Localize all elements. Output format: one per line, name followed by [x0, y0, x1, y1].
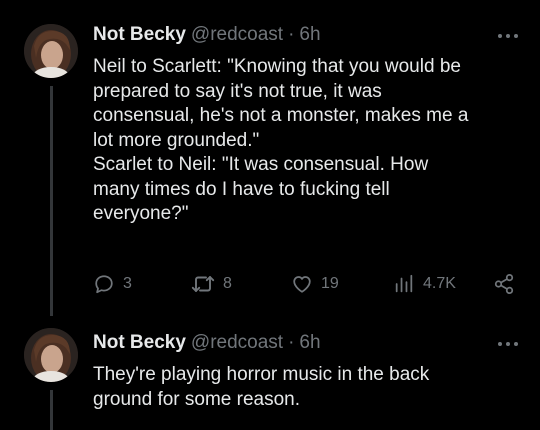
thread-line	[50, 86, 53, 316]
tweet-text: Neil to Scarlett: "Knowing that you woul…	[93, 55, 513, 227]
heart-icon	[293, 276, 311, 293]
author-name[interactable]: Not Becky	[93, 330, 186, 356]
tweet-text-line: They're playing horror music in the back	[93, 364, 430, 385]
tweet-text-line: Neil to Scarlett: "Knowing that you woul…	[93, 56, 461, 77]
avatar[interactable]	[24, 24, 78, 78]
tweet-text-line: Scarlet to Neil: "It was consensual. How	[93, 154, 429, 175]
separator: ·	[288, 332, 295, 353]
timestamp[interactable]: 6h	[299, 330, 320, 356]
tweet-text-line: lot more grounded."	[93, 129, 260, 151]
views-count: 4.7K	[423, 275, 456, 292]
avatar[interactable]	[24, 328, 78, 382]
reply-button[interactable]: 3	[93, 270, 132, 298]
reply-icon	[95, 275, 113, 294]
tweet-text-line: ground for some reason.	[93, 388, 301, 410]
author-name[interactable]: Not Becky	[93, 22, 186, 48]
retweet-count: 8	[223, 275, 232, 292]
more-icon[interactable]	[498, 32, 518, 40]
author-handle[interactable]: @redcoast	[191, 330, 283, 356]
tweet-header: Not Becky @redcoast · 6h	[93, 22, 321, 48]
author-handle[interactable]: @redcoast	[191, 22, 283, 48]
tweet[interactable]: Not Becky @redcoast · 6h Neil to Scarlet…	[0, 0, 540, 316]
tweet-text-line: prepared to say it's not true, it was	[93, 80, 382, 102]
like-button[interactable]: 19	[291, 270, 339, 298]
tweet-header: Not Becky @redcoast · 6h	[93, 330, 321, 356]
separator: ·	[288, 24, 295, 45]
more-icon[interactable]	[498, 340, 518, 348]
tweet-text-line: consensual, he's not a monster, makes me…	[93, 105, 469, 126]
like-count: 19	[321, 275, 339, 292]
tweet[interactable]: Not Becky @redcoast · 6h They're playing…	[0, 316, 540, 430]
retweet-icon	[191, 276, 215, 292]
views-icon	[395, 274, 413, 293]
share-icon	[494, 273, 514, 295]
tweet-text-line: many times do I have to fucking tell	[93, 178, 390, 200]
timestamp[interactable]: 6h	[299, 22, 320, 48]
action-bar: 3 8 19 4.7K	[93, 270, 518, 298]
thread-line	[50, 390, 53, 430]
retweet-button[interactable]: 8	[191, 270, 232, 298]
tweet-text: They're playing horror music in the back…	[93, 363, 513, 412]
tweet-text-line: everyone?"	[93, 203, 189, 224]
share-button[interactable]	[493, 270, 515, 298]
reply-count: 3	[123, 275, 132, 292]
views-button[interactable]: 4.7K	[393, 270, 456, 298]
